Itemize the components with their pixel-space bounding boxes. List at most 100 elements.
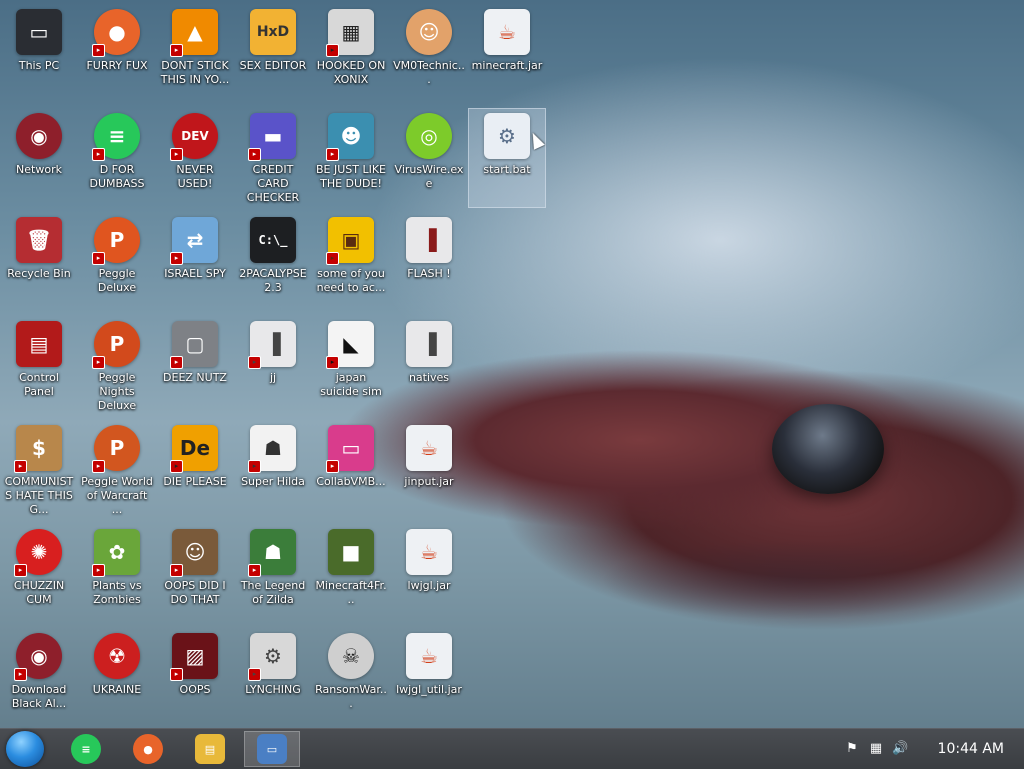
desktop-icon-lynching[interactable]: ⚙ ▸ LYNCHING bbox=[234, 628, 312, 728]
java-jar-icon: ☕ bbox=[406, 633, 452, 679]
network-status-icon[interactable]: ▦ bbox=[868, 741, 884, 757]
desktop-icon-label: Recycle Bin bbox=[7, 267, 71, 280]
folder-document-icon: ▐ bbox=[406, 321, 452, 367]
desktop-icon-label: CHUZZIN CUM bbox=[13, 579, 65, 606]
desktop-icon-label: Download Black Al... bbox=[11, 683, 67, 710]
desktop-icon-label: Plants vs Zombies bbox=[92, 579, 142, 606]
desktop-icon-label: SEX EDITOR bbox=[239, 59, 307, 72]
desktop-icon-jinput-jar[interactable]: ☕ jinput.jar bbox=[390, 420, 468, 520]
start-button[interactable] bbox=[6, 731, 44, 767]
desktop-icon-jj[interactable]: ▐ ▸ jj bbox=[234, 316, 312, 416]
desktop-icon-furry-fux[interactable]: ● ▸ FURRY FUX bbox=[78, 4, 156, 104]
desktop-icon-ransomware[interactable]: ☠ RansomWar... bbox=[312, 628, 390, 728]
desktop-icon-2pacalypse[interactable]: C:\_ 2PACALYPSE 2.3 bbox=[234, 212, 312, 312]
taskbar-clock[interactable]: 10:44 AM bbox=[938, 741, 1004, 757]
desktop-icon-deez-nutz[interactable]: ▢ ▸ DEEZ NUTZ bbox=[156, 316, 234, 416]
desktop-icon-download-black[interactable]: ◉ ▸ Download Black Al... bbox=[0, 628, 78, 728]
desktop-icon-collabvm[interactable]: ▭ ▸ CollabVMB... bbox=[312, 420, 390, 520]
action-center-flag-icon[interactable]: ⚑ bbox=[844, 741, 860, 757]
desktop-icon-label: Super Hilda bbox=[241, 475, 305, 488]
system-tray: ⚑ ▦ 🔊 10:44 AM bbox=[844, 729, 1024, 769]
desktop-icon-label: some of you need to ac... bbox=[316, 267, 386, 294]
desktop-icon-recycle-bin[interactable]: 🗑 Recycle Bin bbox=[0, 212, 78, 312]
volume-icon[interactable]: 🔊 bbox=[892, 741, 908, 757]
desktop-icon-some-of-you[interactable]: ▣ ▸ some of you need to ac... bbox=[312, 212, 390, 312]
vlc-cone-icon: ▲ ▸ bbox=[170, 9, 218, 57]
desktop-icon-oops[interactable]: ▨ ▸ OOPS bbox=[156, 628, 234, 728]
desktop-icon-this-pc[interactable]: ▭ This PC bbox=[0, 4, 78, 104]
computer-icon: ▭ bbox=[16, 9, 62, 55]
desktop-icon-natives[interactable]: ▐ natives bbox=[390, 316, 468, 416]
desktop-icon-label: FURRY FUX bbox=[86, 59, 148, 72]
taskbar-app-file-explorer[interactable]: ▤ bbox=[182, 731, 238, 767]
desktop-icon-label: start.bat bbox=[483, 163, 531, 176]
desktop-icon-israel-spy[interactable]: ⇄ ▸ ISRAEL SPY bbox=[156, 212, 234, 312]
desktop-icon-vm0technic[interactable]: ☺ VM0Technic... bbox=[390, 4, 468, 104]
desktop-icon-chuzzin[interactable]: ✺ ▸ CHUZZIN CUM bbox=[0, 524, 78, 624]
taskbar-app-firefox[interactable]: ● bbox=[120, 731, 176, 767]
desktop-icon-minecraft4free[interactable]: ■ Minecraft4Fr... bbox=[312, 524, 390, 624]
pixel-character-icon: ☗ ▸ bbox=[248, 425, 296, 473]
flash-document-icon: ▐ bbox=[406, 217, 452, 263]
batch-file-gear-icon: ⚙ bbox=[484, 113, 530, 159]
desktop-icon-label: Minecraft4Fr... bbox=[315, 579, 387, 606]
desktop-icon-control-panel[interactable]: ▤ Control Panel bbox=[0, 316, 78, 416]
recycle-bin-icon: 🗑 bbox=[16, 217, 62, 263]
taskbar-app-chat[interactable]: ≡ bbox=[58, 731, 114, 767]
desktop-icon-label: minecraft.jar bbox=[471, 59, 543, 72]
desktop-icon-sex-editor[interactable]: HxD SEX EDITOR bbox=[234, 4, 312, 104]
desktop-icon-hooked-on-xonix[interactable]: ▦ ▸ HOOKED ON XONIX bbox=[312, 4, 390, 104]
desktop-icon-japan-suicide-sim[interactable]: ◣ ▸ japan suicide sim bbox=[312, 316, 390, 416]
desktop-icon-viruswire[interactable]: ◎ VirusWire.exe bbox=[390, 108, 468, 208]
desktop-icon-dont-stick[interactable]: ▲ ▸ DONT STICK THIS IN YO... bbox=[156, 4, 234, 104]
desktop-icon-be-just-like-dude[interactable]: ☻ ▸ BE JUST LIKE THE DUDE! bbox=[312, 108, 390, 208]
desktop-icon-lwjgl-util-jar[interactable]: ☕ lwjgl_util.jar bbox=[390, 628, 468, 728]
desktop-icon-never-used[interactable]: DEV ▸ NEVER USED! bbox=[156, 108, 234, 208]
money-bag-icon: $ ▸ bbox=[14, 425, 62, 473]
desktop-icon-plants-vs-zombies[interactable]: ✿ ▸ Plants vs Zombies bbox=[78, 524, 156, 624]
desktop-icon-flash[interactable]: ▐ FLASH ! bbox=[390, 212, 468, 312]
desktop-icon-label: DEEZ NUTZ bbox=[163, 371, 227, 384]
red-window-icon: ▨ ▸ bbox=[170, 633, 218, 681]
desktop-icon-d-for-dumbass[interactable]: ≡ ▸ D FOR DUMBASS bbox=[78, 108, 156, 208]
desktop-icon-label: DIE PLEASE bbox=[163, 475, 227, 488]
desktop-icon-label: HOOKED ON XONIX bbox=[316, 59, 386, 86]
desktop-icon-communists[interactable]: $ ▸ COMMUNISTS HATE THIS G... bbox=[0, 420, 78, 520]
java-jar-icon: ☕ bbox=[406, 529, 452, 575]
desktop-icon-label: 2PACALYPSE 2.3 bbox=[239, 267, 307, 294]
chat-app-icon: ≡ ▸ bbox=[92, 113, 140, 161]
java-jar-icon: ☕ bbox=[406, 425, 452, 471]
desktop-icon-legend-of-zilda[interactable]: ☗ ▸ The Legend of Zilda bbox=[234, 524, 312, 624]
desktop-icon-label: UKRAINE bbox=[92, 683, 142, 696]
gear-rope-icon: ⚙ ▸ bbox=[248, 633, 296, 681]
desktop-icon-label: VM0Technic... bbox=[393, 59, 465, 86]
desktop: ▭ This PC ◉ Network 🗑 Recycle Bin ▤ Control … bbox=[0, 0, 1024, 728]
desktop-icon-label: jj bbox=[269, 371, 277, 384]
firefox-taskbar-icon: ● bbox=[133, 734, 163, 764]
desktop-icon-minecraft-jar[interactable]: ☕ minecraft.jar bbox=[468, 4, 546, 104]
desktop-icon-peggle-wow[interactable]: P ▸ Peggle World of Warcraft ... bbox=[78, 420, 156, 520]
desktop-icon-super-hilda[interactable]: ☗ ▸ Super Hilda bbox=[234, 420, 312, 520]
desktop-icon-peggle-deluxe[interactable]: P ▸ Peggle Deluxe bbox=[78, 212, 156, 312]
desktop-icon-network[interactable]: ◉ Network bbox=[0, 108, 78, 208]
desktop-icon-oops-did-i[interactable]: ☺ ▸ OOPS DID I DO THAT bbox=[156, 524, 234, 624]
peggle-wow-icon: P ▸ bbox=[92, 425, 140, 473]
doctor-person-icon: ☺ bbox=[406, 9, 452, 55]
minecraft-block-icon: ■ bbox=[328, 529, 374, 575]
desktop-icon-peggle-nights[interactable]: P ▸ Peggle Nights Deluxe bbox=[78, 316, 156, 416]
desktop-icon-label: jinput.jar bbox=[404, 475, 454, 488]
desktop-icon-die-please[interactable]: De ▸ DIE PLEASE bbox=[156, 420, 234, 520]
desktop-icon-label: FLASH ! bbox=[407, 267, 451, 280]
desktop-icon-label: Peggle Nights Deluxe bbox=[97, 371, 137, 412]
desktop-icon-credit-card[interactable]: ▬ ▸ CREDIT CARD CHECKER bbox=[234, 108, 312, 208]
chat-app-taskbar-icon: ≡ bbox=[71, 734, 101, 764]
taskbar-app-remote-desktop[interactable]: ▭ bbox=[244, 731, 300, 767]
firefox-icon: ● ▸ bbox=[92, 9, 140, 57]
desktop-icon-ukraine[interactable]: ☢ UKRAINE bbox=[78, 628, 156, 728]
desktop-icon-label: lwjgl_util.jar bbox=[396, 683, 462, 696]
pixel-hero-icon: ☗ ▸ bbox=[248, 529, 296, 577]
desktop-icon-start-bat[interactable]: ⚙ start.bat bbox=[468, 108, 546, 208]
desktop-icon-lwjgl-jar[interactable]: ☕ lwjgl.jar bbox=[390, 524, 468, 624]
flower-icon: ✿ ▸ bbox=[92, 529, 140, 577]
de-letters-icon: De ▸ bbox=[170, 425, 218, 473]
